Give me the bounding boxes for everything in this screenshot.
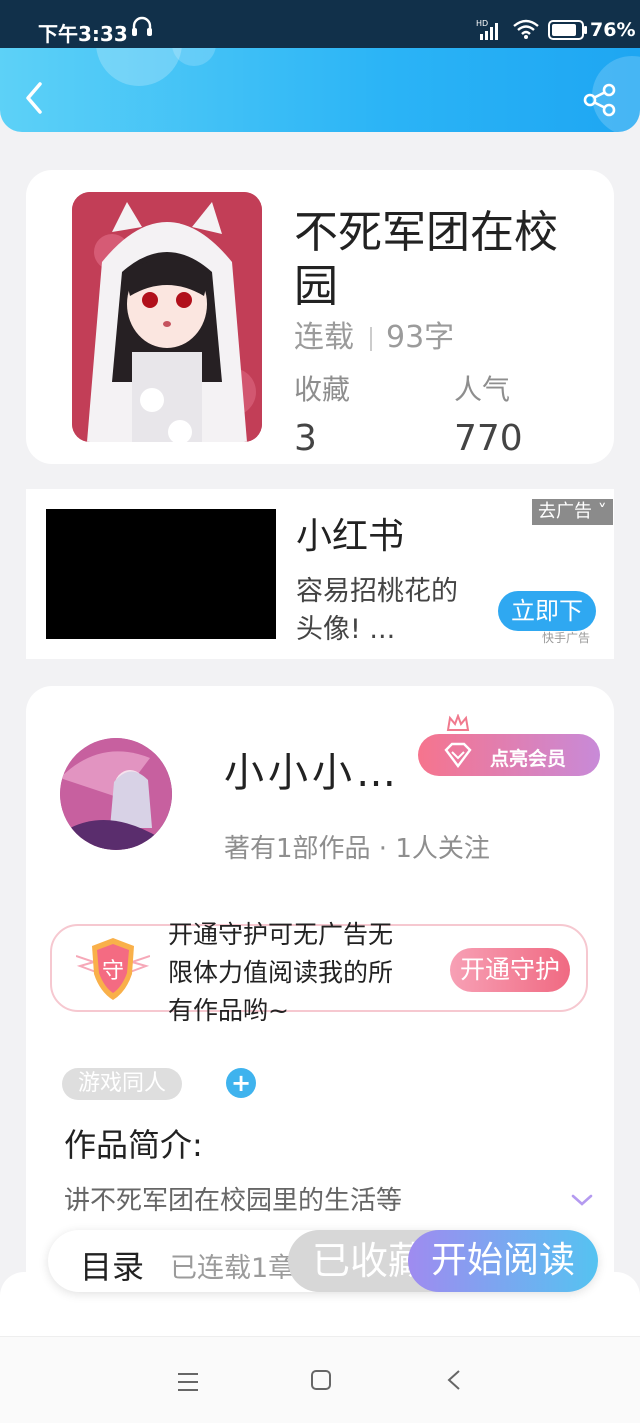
- genre-tag[interactable]: 游戏同人: [62, 1068, 183, 1100]
- headset-icon: [132, 16, 152, 36]
- decor-bubble: [96, 48, 182, 86]
- back-icon[interactable]: [446, 1369, 462, 1391]
- ad-image[interactable]: [46, 509, 276, 639]
- book-word-count: 93字: [386, 320, 455, 355]
- vip-label: 点亮会员: [490, 748, 567, 770]
- book-info-card: 不死军团在校园 连载 93字 收藏 3 人气 770: [26, 170, 614, 464]
- guard-icon-label: 守: [102, 959, 124, 984]
- remove-ad-label: 去广告: [538, 501, 592, 522]
- ad-title: 小红书: [296, 516, 405, 557]
- popularity-label: 人气: [454, 373, 511, 406]
- vip-button[interactable]: 点亮会员: [418, 734, 600, 776]
- remove-ad-button[interactable]: 去广告 ˅: [532, 499, 613, 525]
- menu-icon[interactable]: [176, 1371, 200, 1393]
- bottom-action-bar: 目录 已连载1章 已收藏 开始阅读: [48, 1230, 598, 1292]
- ad-source: 快手广告: [542, 631, 591, 645]
- intro-title: 作品简介:: [64, 1126, 203, 1164]
- table-of-contents-button[interactable]: 目录: [80, 1242, 144, 1288]
- author-card: 小小小… 点亮会员 著有1部作品 · 1人关注 守 开通守护可无广告无限体力值阅…: [26, 686, 614, 1306]
- ad-description: 容易招桃花的头像! ...: [296, 576, 458, 645]
- status-bar: 下午3:33 HD 76%: [0, 0, 640, 48]
- ad-cta-button[interactable]: 立即下: [498, 591, 596, 631]
- wifi-icon: [513, 19, 539, 39]
- chevron-down-icon: ˅: [592, 501, 607, 522]
- open-guard-button[interactable]: 开通守护: [450, 948, 570, 992]
- author-name: 小小小…: [224, 750, 400, 796]
- divider: [370, 326, 372, 351]
- battery-icon: [548, 20, 587, 40]
- decor-bubble: [172, 48, 216, 66]
- start-reading-button[interactable]: 开始阅读: [408, 1230, 598, 1292]
- author-stats: 著有1部作品 · 1人关注: [224, 834, 490, 864]
- cover-illustration: [72, 192, 262, 442]
- avatar-illustration: [60, 738, 172, 850]
- network-badge: HD: [476, 19, 488, 28]
- author-avatar[interactable]: [60, 738, 172, 850]
- top-header: [0, 48, 640, 132]
- ad-banner[interactable]: 小红书 容易招桃花的头像! ... 去广告 ˅ 立即下 快手广告: [26, 489, 614, 659]
- crown-icon: [446, 714, 470, 731]
- book-status: 连载: [294, 320, 354, 355]
- popularity-value: 770: [454, 418, 523, 459]
- chevron-down-icon[interactable]: [570, 1192, 594, 1208]
- guard-shield-icon: 守: [76, 938, 150, 1000]
- book-title: 不死军团在校园: [294, 207, 558, 312]
- back-button[interactable]: [18, 78, 52, 118]
- cell-signal-icon: HD: [476, 19, 498, 40]
- status-time: 下午3:33: [38, 22, 128, 46]
- favorites-label: 收藏: [294, 373, 351, 406]
- guard-promo-text: 开通守护可无广告无限体力值阅读我的所有作品哟~: [168, 920, 394, 1025]
- book-status-row: 连载 93字: [294, 312, 454, 356]
- system-nav-bar: [0, 1336, 640, 1423]
- intro-text: 讲不死军团在校园里的生活等: [64, 1186, 403, 1216]
- favorites-value: 3: [294, 418, 317, 459]
- serial-info: 已连载1章: [170, 1253, 296, 1284]
- home-icon[interactable]: [310, 1369, 332, 1391]
- diamond-icon: [444, 742, 472, 768]
- battery-percent: 76%: [590, 19, 636, 41]
- add-tag-button[interactable]: +: [226, 1068, 256, 1098]
- guard-banner[interactable]: 守 开通守护可无广告无限体力值阅读我的所有作品哟~ 开通守护: [50, 920, 588, 1025]
- book-cover-image[interactable]: [72, 192, 262, 442]
- share-button[interactable]: [582, 82, 618, 118]
